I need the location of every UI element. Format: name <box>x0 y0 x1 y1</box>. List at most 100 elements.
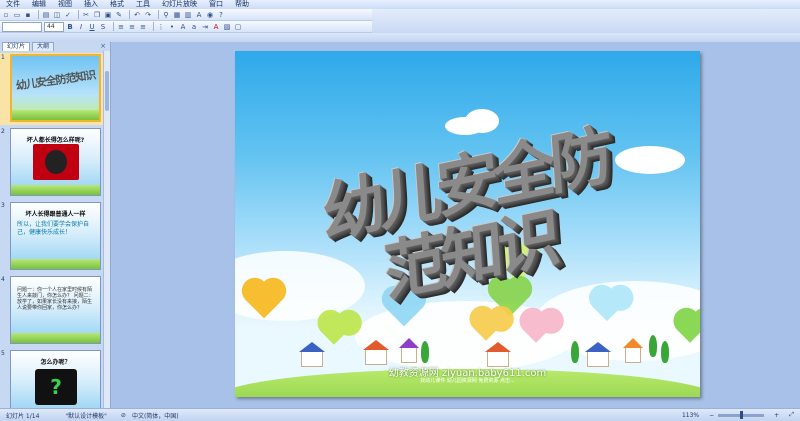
zoom-out-icon[interactable]: − <box>709 412 714 419</box>
font-name-box[interactable] <box>2 21 42 32</box>
undo-icon[interactable]: ↶ <box>133 11 141 19</box>
slide-thumbnail[interactable]: 5 怎么办呢？ ? <box>0 349 104 408</box>
preview-icon[interactable]: ◫ <box>53 11 61 19</box>
heart-balloon <box>321 319 347 345</box>
menu-insert[interactable]: 插入 <box>78 0 104 9</box>
menu-view[interactable]: 视图 <box>52 0 78 9</box>
align-center-icon[interactable]: ≡ <box>128 23 136 31</box>
thumbnail-preview: 幼儿安全防范知识 <box>10 54 101 122</box>
format-painter-icon[interactable]: ✎ <box>115 11 123 19</box>
thumbnail-preview: 怎么办呢？ ? <box>10 350 101 408</box>
zoom-slider[interactable] <box>718 410 765 419</box>
thumbnail-number: 2 <box>1 128 5 135</box>
slide-canvas[interactable]: 幼儿安全防范知识 幼教资源网 ziyuan.baby611.com 找幼儿课件 … <box>235 51 700 397</box>
spell-status-icon: ⊘ <box>120 411 126 419</box>
close-icon[interactable]: × <box>100 42 106 50</box>
thumbnail-grass <box>11 333 100 343</box>
language-status: 中文(简体，中国) <box>131 412 179 420</box>
thumbnail-text: 所以，让我们要学会保护自己，健康快乐成长！ <box>17 221 90 236</box>
paste-icon[interactable]: ▣ <box>104 11 112 19</box>
tree-shape <box>421 341 429 363</box>
font-color-icon[interactable]: A <box>212 23 220 31</box>
italic-button[interactable]: I <box>77 23 85 31</box>
menu-help[interactable]: 帮助 <box>229 0 255 9</box>
tab-slides[interactable]: 幻灯片 <box>2 42 31 51</box>
design-icon[interactable]: ▧ <box>223 23 231 31</box>
table-icon[interactable]: ▦ <box>173 11 181 19</box>
chart-icon[interactable]: ▥ <box>184 11 192 19</box>
fit-window-icon[interactable]: ⤢ <box>789 411 794 419</box>
scrollbar-thumb[interactable] <box>105 71 109 111</box>
toolbar-background <box>372 9 800 34</box>
toolbar-separator <box>113 22 114 31</box>
tree-shape <box>661 341 669 363</box>
open-icon[interactable]: ▭ <box>13 11 21 19</box>
thumbnail-preview: 问题一：你一个人在家里时候有陌生人来敲门，你怎么办？ 问题二：放学了，如果家长没… <box>10 276 101 344</box>
redo-icon[interactable]: ↷ <box>144 11 152 19</box>
question-mark-icon: ? <box>35 369 77 405</box>
help-icon[interactable]: ? <box>217 11 225 19</box>
shadow-button[interactable]: S <box>99 23 107 31</box>
status-bar: 幻灯片 1/14 "默认设计模板" ⊘ 中文(简体，中国) 113% − + ⤢ <box>0 408 800 421</box>
zoom-level[interactable]: 113% <box>682 412 699 419</box>
bold-button[interactable]: B <box>66 23 74 31</box>
thumbnail-number: 4 <box>1 276 5 283</box>
pane-scrollbar[interactable] <box>103 51 110 408</box>
align-right-icon[interactable]: ≡ <box>139 23 147 31</box>
menu-tools[interactable]: 工具 <box>130 0 156 9</box>
zoom-icon[interactable]: ◉ <box>206 11 214 19</box>
toolbar-dock <box>0 33 800 42</box>
slide-thumbnail[interactable]: 2 坏人都长得怎么样呢? <box>0 127 104 199</box>
align-left-icon[interactable]: ≡ <box>117 23 125 31</box>
house-shape <box>623 338 643 363</box>
thumbnail-grass <box>12 110 99 120</box>
menu-slideshow[interactable]: 幻灯片放映 <box>156 0 203 9</box>
decrease-font-icon[interactable]: a <box>190 23 198 31</box>
copy-icon[interactable]: ❐ <box>93 11 101 19</box>
save-icon[interactable]: ▪ <box>24 11 32 19</box>
toolbar-separator <box>38 10 39 19</box>
increase-font-icon[interactable]: A <box>179 23 187 31</box>
toolbar-separator <box>129 10 130 19</box>
thumbnail-number: 3 <box>1 202 5 209</box>
hyperlink-icon[interactable]: ⚲ <box>162 11 170 19</box>
tab-outline[interactable]: 大纲 <box>32 42 55 51</box>
toolbar-separator <box>158 10 159 19</box>
villain-image <box>33 144 79 180</box>
thumbnail-grass <box>11 259 100 269</box>
underline-button[interactable]: U <box>88 23 96 31</box>
menu-format[interactable]: 格式 <box>104 0 130 9</box>
thumbnail-list: 1 幼儿安全防范知识 2 坏人都长得怎么样呢? 3 坏人长得跟普通人一样 所以，… <box>0 51 104 408</box>
new-slide-icon[interactable]: ▢ <box>234 23 242 31</box>
slide-thumbnail[interactable]: 3 坏人长得跟普通人一样 所以，让我们要学会保护自己，健康快乐成长！ <box>0 201 104 273</box>
thumbnail-text: 问题一：你一个人在家里时候有陌生人来敲门，你怎么办？ 问题二：放学了，如果家长没… <box>17 287 94 311</box>
thumbnail-number: 5 <box>1 350 5 357</box>
menu-window[interactable]: 窗口 <box>203 0 229 9</box>
thumbnail-preview: 坏人长得跟普通人一样 所以，让我们要学会保护自己，健康快乐成长！ <box>10 202 101 270</box>
slide-thumbnail[interactable]: 1 幼儿安全防范知识 <box>0 53 104 125</box>
toolbar-separator <box>153 22 154 31</box>
indent-icon[interactable]: ⇥ <box>201 23 209 31</box>
standard-toolbar: ▫ ▭ ▪ ▤ ◫ ✓ ✂ ❐ ▣ ✎ ↶ ↷ ⚲ ▦ ▥ A ◉ ? <box>0 9 372 21</box>
bullets-icon[interactable]: • <box>168 23 176 31</box>
font-size-box[interactable]: 44 <box>44 21 64 32</box>
tree-shape <box>649 335 657 357</box>
house-shape <box>363 340 389 365</box>
thumbnail-title: 怎么办呢？ <box>40 359 71 366</box>
zoom-in-icon[interactable]: + <box>774 412 779 419</box>
numbering-icon[interactable]: ⋮ <box>157 23 165 31</box>
template-name: "默认设计模板" <box>65 412 107 420</box>
cloud-shape <box>465 109 499 133</box>
menu-edit[interactable]: 编辑 <box>26 0 52 9</box>
print-icon[interactable]: ▤ <box>42 11 50 19</box>
slide-thumbnail[interactable]: 4 问题一：你一个人在家里时候有陌生人来敲门，你怎么办？ 问题二：放学了，如果家… <box>0 275 104 347</box>
menu-file[interactable]: 文件 <box>0 0 26 9</box>
slide-position: 幻灯片 1/14 <box>6 412 40 420</box>
cut-icon[interactable]: ✂ <box>82 11 90 19</box>
thumbnail-preview: 坏人都长得怎么样呢? <box>10 128 101 196</box>
thumbnail-title: 坏人都长得怎么样呢? <box>26 137 85 144</box>
thumbnail-title: 坏人长得跟普通人一样 <box>25 211 86 218</box>
spell-icon[interactable]: ✓ <box>64 11 72 19</box>
new-icon[interactable]: ▫ <box>2 11 10 19</box>
textbox-icon[interactable]: A <box>195 11 203 19</box>
